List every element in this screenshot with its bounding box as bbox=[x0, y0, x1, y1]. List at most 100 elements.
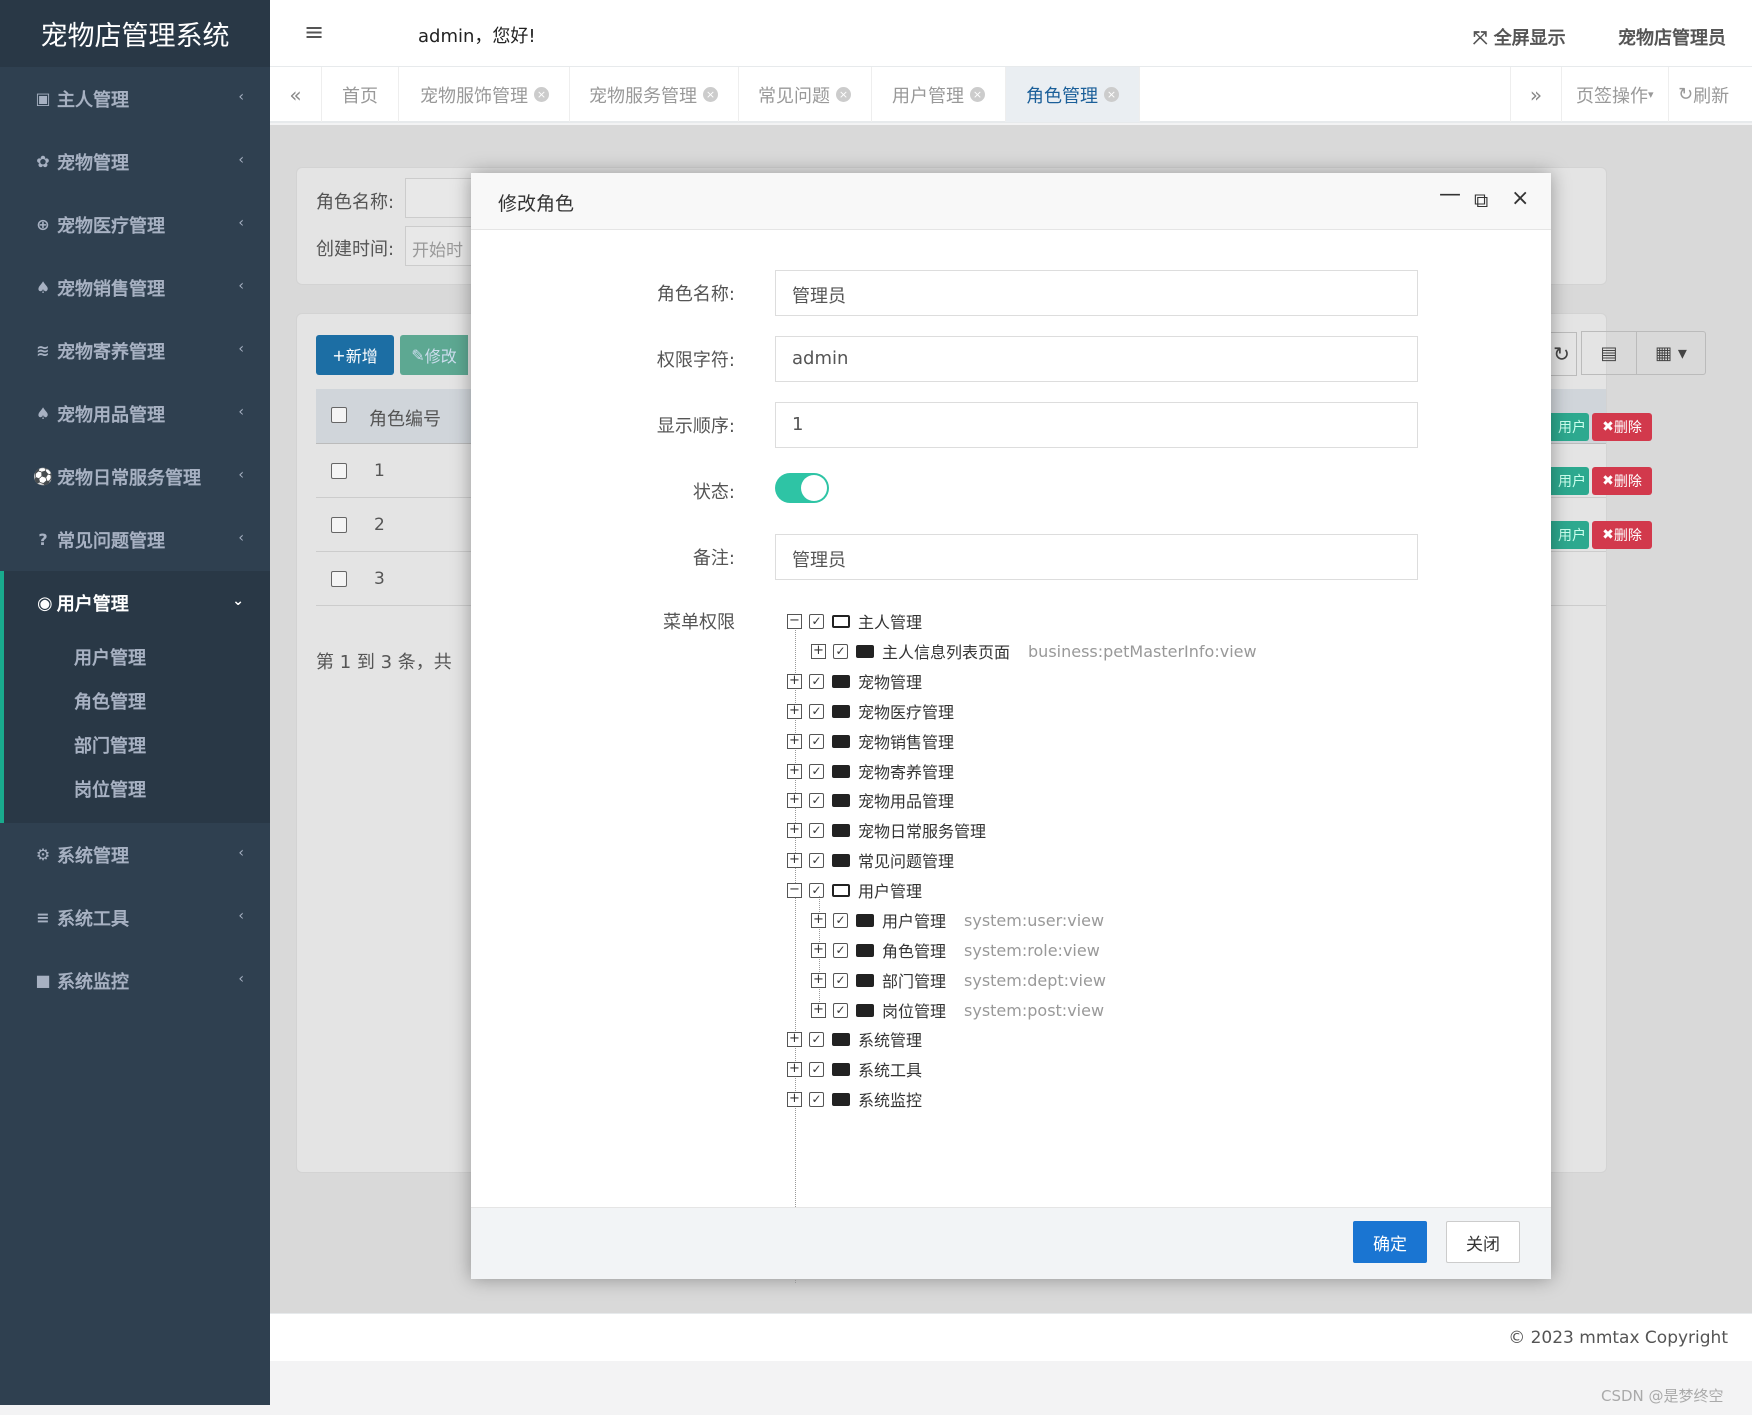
assign-user-button[interactable]: 用户 bbox=[1551, 467, 1589, 495]
refresh-table-button[interactable]: ↻ bbox=[1547, 332, 1577, 376]
tree-node-sales[interactable]: + ✓ 宠物销售管理 bbox=[787, 729, 954, 753]
row-checkbox[interactable] bbox=[331, 571, 347, 587]
tab-pet-clothing[interactable]: 宠物服饰管理 × bbox=[400, 67, 570, 122]
tree-node-depts[interactable]: + ✓ 部门管理 system:dept:view bbox=[811, 968, 1106, 992]
assign-user-button[interactable]: 用户 bbox=[1551, 413, 1589, 441]
tab-faq[interactable]: 常见问题 × bbox=[738, 67, 872, 122]
sidebar-item-boarding[interactable]: ≋ 宠物寄养管理 ‹ bbox=[0, 319, 270, 382]
tree-node-medical[interactable]: + ✓ 宠物医疗管理 bbox=[787, 699, 954, 723]
checked-checkbox-icon[interactable]: ✓ bbox=[809, 852, 824, 868]
checked-checkbox-icon[interactable]: ✓ bbox=[833, 972, 848, 988]
refresh-button[interactable]: ↻ 刷新 bbox=[1668, 67, 1739, 122]
checked-checkbox-icon[interactable]: ✓ bbox=[809, 673, 824, 689]
delete-button[interactable]: ✖ 删除 bbox=[1592, 467, 1652, 495]
expand-icon[interactable]: + bbox=[787, 792, 802, 808]
row-checkbox[interactable] bbox=[331, 517, 347, 533]
sidebar-subitem-posts[interactable]: 岗位管理 bbox=[4, 767, 270, 811]
fullscreen-button[interactable]: ⤧ 全屏显示 bbox=[1473, 24, 1566, 50]
delete-button[interactable]: ✖ 删除 bbox=[1592, 521, 1652, 549]
tree-node-system[interactable]: + ✓ 系统管理 bbox=[787, 1027, 922, 1051]
tabs-scroll-right-button[interactable]: » bbox=[1510, 67, 1562, 122]
close-button[interactable]: 关闭 bbox=[1446, 1221, 1520, 1263]
tree-node-pet[interactable]: + ✓ 宠物管理 bbox=[787, 669, 922, 693]
expand-icon[interactable]: + bbox=[787, 822, 802, 838]
delete-button[interactable]: ✖ 删除 bbox=[1592, 413, 1652, 441]
sidebar-item-pet[interactable]: ✿ 宠物管理 ‹ bbox=[0, 130, 270, 193]
checked-checkbox-icon[interactable]: ✓ bbox=[809, 1061, 824, 1077]
expand-icon[interactable]: + bbox=[787, 1091, 802, 1107]
row-checkbox[interactable] bbox=[331, 463, 347, 479]
checked-checkbox-icon[interactable]: ✓ bbox=[833, 643, 848, 659]
tree-node-faq[interactable]: + ✓ 常见问题管理 bbox=[787, 848, 954, 872]
close-tab-icon[interactable]: × bbox=[970, 87, 985, 102]
list-view-button[interactable]: ▤ bbox=[1581, 331, 1637, 375]
tree-node-monitor[interactable]: + ✓ 系统监控 bbox=[787, 1087, 922, 1111]
expand-icon[interactable]: + bbox=[811, 912, 826, 928]
checked-checkbox-icon[interactable]: ✓ bbox=[833, 942, 848, 958]
sidebar-item-faq[interactable]: ? 常见问题管理 ‹ bbox=[0, 508, 270, 571]
checked-checkbox-icon[interactable]: ✓ bbox=[809, 763, 824, 779]
role-name-search-input[interactable] bbox=[405, 178, 475, 218]
select-all-checkbox[interactable] bbox=[331, 407, 347, 423]
expand-icon[interactable]: + bbox=[787, 703, 802, 719]
sidebar-subitem-users[interactable]: 用户管理 bbox=[4, 635, 270, 679]
tree-node-boarding[interactable]: + ✓ 宠物寄养管理 bbox=[787, 759, 954, 783]
expand-icon[interactable]: + bbox=[787, 763, 802, 779]
tree-node-roles[interactable]: + ✓ 角色管理 system:role:view bbox=[811, 938, 1100, 962]
checked-checkbox-icon[interactable]: ✓ bbox=[809, 733, 824, 749]
tab-user-management[interactable]: 用户管理 × bbox=[872, 67, 1006, 122]
collapse-icon[interactable]: − bbox=[787, 613, 802, 629]
tab-home[interactable]: 首页 bbox=[322, 67, 399, 122]
close-tab-icon[interactable]: × bbox=[534, 87, 549, 102]
checked-checkbox-icon[interactable]: ✓ bbox=[809, 792, 824, 808]
column-toggle-button[interactable]: ▦ ▾ bbox=[1636, 331, 1706, 375]
sidebar-item-sales[interactable]: ♠ 宠物销售管理 ‹ bbox=[0, 256, 270, 319]
expand-icon[interactable]: + bbox=[811, 1002, 826, 1018]
sidebar-item-user-header[interactable]: ◉ 用户管理 ⌄ bbox=[4, 571, 270, 635]
checked-checkbox-icon[interactable]: ✓ bbox=[833, 1002, 848, 1018]
current-user[interactable]: 宠物店管理员 bbox=[1618, 24, 1726, 50]
menu-toggle-icon[interactable]: ≡ bbox=[304, 18, 324, 46]
checked-checkbox-icon[interactable]: ✓ bbox=[809, 882, 824, 898]
assign-user-button[interactable]: 用户 bbox=[1551, 521, 1589, 549]
expand-icon[interactable]: + bbox=[811, 942, 826, 958]
checked-checkbox-icon[interactable]: ✓ bbox=[809, 613, 824, 629]
tree-node-posts[interactable]: + ✓ 岗位管理 system:post:view bbox=[811, 998, 1104, 1022]
tree-node-owner-list[interactable]: + ✓ 主人信息列表页面 business:petMasterInfo:view bbox=[811, 639, 1257, 663]
sidebar-item-tools[interactable]: ≡ 系统工具 ‹ bbox=[0, 886, 270, 949]
sidebar-subitem-depts[interactable]: 部门管理 bbox=[4, 723, 270, 767]
sidebar-item-system[interactable]: ⚙ 系统管理 ‹ bbox=[0, 823, 270, 886]
edit-button[interactable]: ✎ 修改 bbox=[400, 335, 468, 375]
expand-icon[interactable]: + bbox=[811, 643, 826, 659]
collapse-icon[interactable]: − bbox=[787, 882, 802, 898]
close-tab-icon[interactable]: × bbox=[1104, 87, 1119, 102]
checked-checkbox-icon[interactable]: ✓ bbox=[809, 822, 824, 838]
sidebar-item-owner[interactable]: ▣ 主人管理 ‹ bbox=[0, 67, 270, 130]
sidebar-item-supplies[interactable]: ♠ 宠物用品管理 ‹ bbox=[0, 382, 270, 445]
tree-node-supplies[interactable]: + ✓ 宠物用品管理 bbox=[787, 788, 954, 812]
sidebar-item-monitor[interactable]: ■ 系统监控 ‹ bbox=[0, 949, 270, 1012]
expand-icon[interactable]: + bbox=[787, 1031, 802, 1047]
tab-pet-service[interactable]: 宠物服务管理 × bbox=[569, 67, 739, 122]
expand-icon[interactable]: + bbox=[787, 733, 802, 749]
expand-icon[interactable]: + bbox=[811, 972, 826, 988]
sidebar-item-medical[interactable]: ⊕ 宠物医疗管理 ‹ bbox=[0, 193, 270, 256]
tree-node-owner[interactable]: − ✓ 主人管理 bbox=[787, 609, 922, 633]
tab-operations-dropdown[interactable]: 页签操作 ▾ bbox=[1562, 67, 1669, 122]
expand-icon[interactable]: + bbox=[787, 852, 802, 868]
close-tab-icon[interactable]: × bbox=[836, 87, 851, 102]
checked-checkbox-icon[interactable]: ✓ bbox=[809, 1091, 824, 1107]
expand-icon[interactable]: + bbox=[787, 1061, 802, 1077]
add-button[interactable]: + 新增 bbox=[316, 335, 394, 375]
sidebar-subitem-roles[interactable]: 角色管理 bbox=[4, 679, 270, 723]
tree-node-tools[interactable]: + ✓ 系统工具 bbox=[787, 1057, 922, 1081]
tab-role-management[interactable]: 角色管理 × bbox=[1006, 67, 1140, 122]
checked-checkbox-icon[interactable]: ✓ bbox=[809, 703, 824, 719]
close-tab-icon[interactable]: × bbox=[703, 87, 718, 102]
tabs-scroll-left-button[interactable]: « bbox=[270, 67, 322, 122]
tree-node-users[interactable]: + ✓ 用户管理 system:user:view bbox=[811, 908, 1104, 932]
start-time-input[interactable]: 开始时 bbox=[405, 226, 475, 266]
expand-icon[interactable]: + bbox=[787, 673, 802, 689]
confirm-button[interactable]: 确定 bbox=[1353, 1221, 1427, 1263]
checked-checkbox-icon[interactable]: ✓ bbox=[809, 1031, 824, 1047]
